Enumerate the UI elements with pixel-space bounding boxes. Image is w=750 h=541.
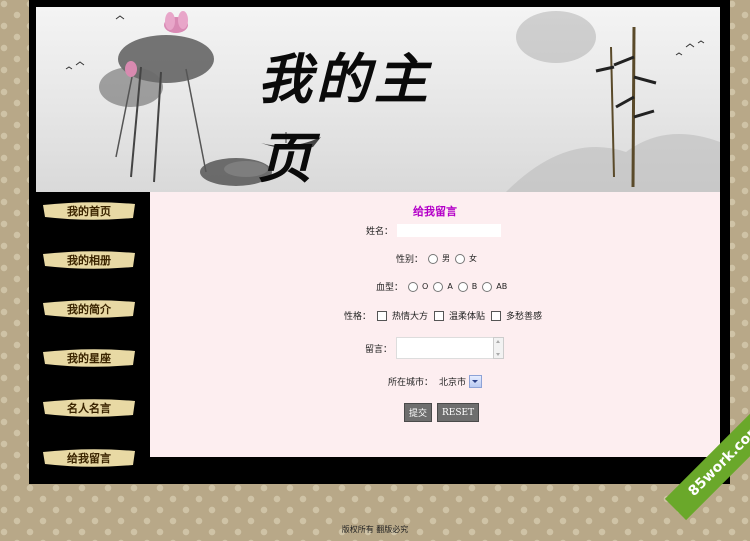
nav-item-quotes[interactable]: 名人名言	[41, 397, 137, 419]
message-scrollbar[interactable]	[493, 337, 505, 359]
personality-sensitive-label: 多愁善感	[506, 312, 543, 322]
blood-ab-label: AB	[496, 282, 508, 291]
blood-type-row: 血型： O A B AB	[376, 280, 507, 293]
nav-item-label: 我的首页	[67, 205, 111, 218]
blood-ab-radio[interactable]	[482, 281, 493, 292]
form-title: 给我留言	[413, 205, 457, 218]
name-input[interactable]	[397, 224, 502, 237]
sidebar-nav: 我的首页 我的相册 我的简介 我的星座 名人名言 给我留言	[36, 192, 150, 467]
personality-gentle-checkbox[interactable]	[434, 310, 445, 321]
footer-copyright: 版权所有 翻版必究	[341, 525, 409, 534]
gender-male-radio[interactable]	[428, 253, 439, 264]
message-textarea[interactable]	[396, 337, 505, 359]
blood-b-label: B	[471, 282, 478, 291]
city-row: 所在城市： 北京市	[388, 375, 483, 388]
blood-o-label: O	[422, 282, 429, 291]
personality-row: 性格： 热情大方 温柔体贴 多愁善感	[344, 309, 542, 322]
form-actions: 提交 RESET	[404, 403, 484, 422]
nav-item-guestbook[interactable]: 给我留言	[41, 447, 137, 469]
nav-item-profile[interactable]: 我的简介	[41, 298, 137, 320]
personality-warm-checkbox[interactable]	[377, 310, 388, 321]
nav-item-album[interactable]: 我的相册	[41, 249, 137, 271]
blood-b-radio[interactable]	[457, 281, 468, 292]
gender-female-label: 女	[469, 254, 478, 263]
gender-row: 性别： 男 女	[396, 252, 477, 265]
nav-item-label: 我的简介	[67, 303, 111, 316]
name-label: 姓名：	[366, 227, 394, 237]
message-label: 留言：	[365, 344, 393, 355]
nav-item-zodiac[interactable]: 我的星座	[41, 347, 137, 369]
guestbook-form: 给我留言 姓名： 性别： 男 女 血型： O A B AB 性格： 热情大方 温…	[150, 192, 720, 457]
name-row: 姓名：	[366, 224, 502, 237]
nav-item-label: 我的相册	[67, 254, 111, 267]
gender-female-radio[interactable]	[455, 253, 466, 264]
blood-a-radio[interactable]	[433, 281, 444, 292]
city-select[interactable]: 北京市	[439, 375, 483, 388]
city-label: 所在城市：	[388, 378, 434, 388]
nav-item-label: 名人名言	[67, 402, 111, 415]
gender-male-label: 男	[442, 254, 451, 263]
chevron-down-icon[interactable]	[469, 375, 483, 388]
nav-item-label: 给我留言	[67, 452, 111, 465]
banner-title: 我的主页	[258, 47, 432, 190]
personality-gentle-label: 温柔体贴	[449, 312, 486, 322]
header-banner: 我的主页	[36, 7, 720, 192]
gender-label: 性别：	[396, 255, 424, 265]
city-selected-value: 北京市	[439, 378, 467, 388]
personality-sensitive-checkbox[interactable]	[491, 310, 502, 321]
blood-a-label: A	[447, 282, 453, 291]
blood-o-radio[interactable]	[408, 281, 419, 292]
nav-item-home[interactable]: 我的首页	[41, 200, 137, 222]
personality-warm-label: 热情大方	[392, 312, 429, 322]
blood-type-label: 血型：	[376, 283, 404, 293]
submit-button[interactable]: 提交	[404, 403, 433, 422]
message-row: 留言：	[365, 337, 505, 359]
personality-label: 性格：	[344, 312, 372, 322]
reset-button[interactable]: RESET	[437, 403, 480, 422]
nav-item-label: 我的星座	[67, 352, 111, 365]
